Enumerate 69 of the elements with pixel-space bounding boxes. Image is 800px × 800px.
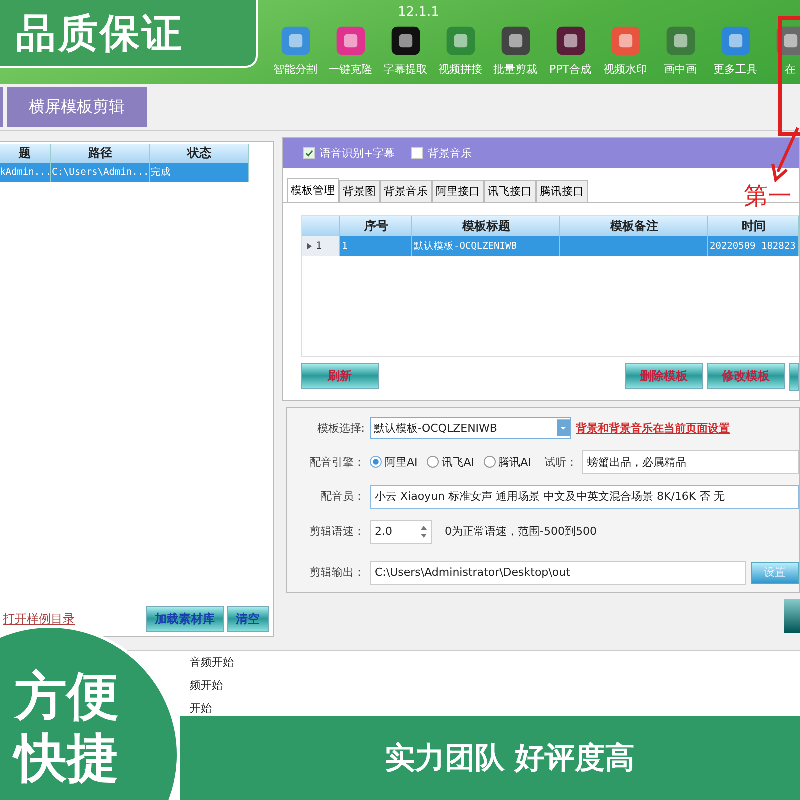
toolbar-button[interactable]: 画中画 [653,24,708,77]
hint-text: 0为正常语速，范围-500到500 [445,524,597,540]
notice-text: 背景和背景音乐在当前页面设置 [576,420,730,436]
engine-radio[interactable]: 阿里AI [370,454,418,470]
table-cell: C:\Users\Admin... [51,163,150,182]
panel-tab[interactable]: 腾讯接口 [536,180,588,202]
bar-text: 实力团队 好评度高 [384,740,636,778]
table-cell: 1 [340,236,412,256]
panel-tab[interactable]: 阿里接口 [432,180,484,202]
annotation-text: 第一 [744,184,792,208]
field-label: 试听： [544,454,578,470]
panel-tab[interactable]: 背景音乐 [380,180,432,202]
table-cell: 默认模板-OCQLZENIWB [412,236,560,256]
option-checkbox[interactable]: 语音识别+字幕 [303,146,396,160]
cut-off-button[interactable] [789,363,799,391]
panel-tab[interactable]: 模板管理 [287,178,339,202]
toolbar-button[interactable]: 视频水印 [598,24,653,77]
log-line: 频开始 [190,678,224,693]
speed-spinner[interactable]: 2.0 [370,520,432,544]
banner-text: 品质保证 [16,10,184,58]
mode-tab[interactable]: 横屏模板剪辑 [7,87,147,127]
field-label: 模板选择: [316,420,365,436]
voice-field[interactable]: 小云 Xiaoyun 标准女声 通用场景 中文及中英文混合场景 8K/16K 否 无 [370,484,799,509]
version-label: 12.1.1 [398,4,440,20]
checkbox[interactable] [303,147,315,159]
toolbar-button[interactable]: 批量剪裁 [488,24,543,77]
toolbar-button[interactable]: PPT合成 [543,24,598,77]
log-line: 开始 [190,701,213,716]
tab-edge [0,87,3,127]
field-label: 配音员： [320,489,365,504]
sample-folder-link[interactable]: 打开样例目录 [3,610,75,628]
preview-text-field[interactable]: 螃蟹出品，必属精品 [582,450,799,474]
row-header: 1 [302,236,340,256]
log-line: 音频开始 [190,655,235,670]
cut-off-button[interactable] [784,599,800,633]
row-pointer-icon [307,242,312,250]
toolbar-button[interactable]: 在 [763,24,800,77]
radio-button[interactable] [484,456,496,468]
engine-radio[interactable]: 腾讯AI [484,454,532,470]
field-label: 配音引擎： [309,454,365,470]
circle-text: 快捷 [15,728,177,790]
toolbar-button[interactable]: 一键克隆 [323,24,378,77]
table-cell: 20220509 182823 [708,236,799,256]
toolbar-button[interactable]: 字幕提取 [378,24,433,77]
field-label: 剪辑输出： [309,565,365,580]
circle-text: 方便 [15,666,120,728]
radio-button[interactable] [370,456,382,468]
radio-button[interactable] [426,456,439,468]
template-row[interactable]: 1 1 默认模板-OCQLZENIWB 20220509 182823 [302,236,799,256]
table-cell: kAdmin... [0,163,51,182]
template-button[interactable]: 删除模板 [625,363,703,389]
field-label: 剪辑语速： [309,524,365,540]
template-button[interactable]: 刷新 [301,363,379,389]
toolbar-button[interactable]: 视频拼接 [433,24,488,77]
toolbar-button[interactable]: 智能分割 [268,24,323,77]
output-path-field[interactable]: C:\Users\Administrator\Desktop\out [370,560,746,585]
file-row[interactable]: kAdmin...C:\Users\Admin... 完成 [0,163,249,182]
settings-button[interactable]: 设置 [751,562,799,584]
template-button[interactable]: 修改模板 [707,363,785,389]
panel-tab[interactable]: 讯飞接口 [484,180,536,202]
load-button[interactable]: 清空 [227,606,269,632]
panel-tab[interactable]: 背景图 [339,180,380,202]
load-button[interactable]: 加载素材库 [146,606,224,632]
template-dropdown[interactable]: 默认模板-OCQLZENIWB [370,417,571,440]
toolbar-button[interactable]: 更多工具 [708,24,763,77]
engine-radio[interactable]: 讯飞AI [426,454,475,470]
table-cell: 完成 [150,163,249,182]
option-checkbox[interactable]: 背景音乐 [411,146,472,160]
checkbox[interactable] [411,147,424,159]
